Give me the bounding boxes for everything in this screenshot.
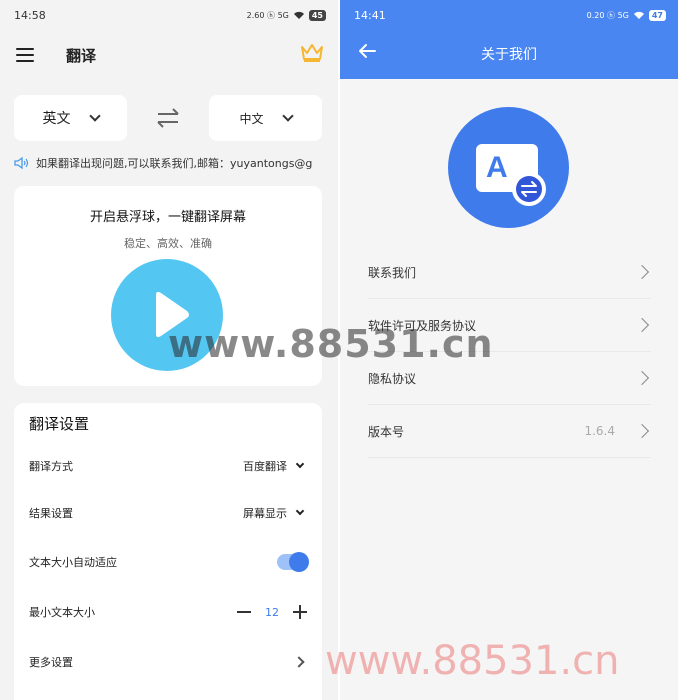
translate-mode-row: 翻译方式 百度翻译 <box>29 451 307 481</box>
min-text-size-value: 12 <box>265 605 279 619</box>
result-setting-value: 屏幕显示 <box>243 507 287 520</box>
min-text-size-row: 最小文本大小 12 <box>29 597 307 627</box>
swap-arrows-icon[interactable] <box>154 107 182 129</box>
more-settings-label: 更多设置 <box>29 656 73 669</box>
chevron-down-icon <box>281 110 294 122</box>
chevron-right-icon <box>293 656 305 668</box>
chevron-right-icon <box>634 264 650 280</box>
chevron-right-icon <box>634 370 650 386</box>
source-language-dropdown[interactable]: 英文 <box>14 95 127 141</box>
notice-text: 如果翻译出现问题,可以联系我们,邮箱：yuyantongs@g <box>36 157 313 170</box>
menu-item-label: 隐私协议 <box>368 371 417 386</box>
plus-icon[interactable] <box>293 605 307 619</box>
hamburger-icon[interactable] <box>16 48 34 62</box>
wifi-icon <box>293 11 304 19</box>
more-settings-row[interactable]: 更多设置 <box>29 647 307 677</box>
status-indicators: 0.20 ⓗ 5G <box>586 10 629 20</box>
translate-mode-value: 百度翻译 <box>243 460 287 473</box>
result-setting-label: 结果设置 <box>29 507 73 520</box>
language-selector: 英文 中文 <box>14 95 322 141</box>
logo-graphic: A <box>476 144 546 206</box>
source-language-label: 英文 <box>42 111 71 127</box>
auto-text-size-row: 文本大小自动适应 <box>29 547 309 577</box>
status-indicators: 2.60 ⓗ 5G <box>246 10 289 20</box>
watermark-text: www.88531.cn <box>168 322 494 366</box>
chevron-right-icon <box>634 423 650 439</box>
chevron-down-icon <box>88 110 101 122</box>
app-bar: 翻译 <box>0 30 338 80</box>
menu-item-label: 版本号 <box>368 424 405 439</box>
translate-settings-card: 翻译设置 翻译方式 百度翻译 结果设置 屏幕显示 文本大小自动适应 最小文本大小… <box>14 403 322 700</box>
wifi-icon <box>633 11 644 19</box>
translate-mode-label: 翻译方式 <box>29 460 73 473</box>
chevron-down-icon <box>295 506 305 516</box>
page-title: 翻译 <box>66 46 97 65</box>
min-text-size-stepper: 12 <box>237 605 307 619</box>
logo-letter: A <box>486 151 508 184</box>
battery-icon: 45 <box>308 9 326 21</box>
chevron-down-icon <box>295 459 305 469</box>
status-icons: 0.20 ⓗ 5G 47 <box>586 9 666 21</box>
target-language-label: 中文 <box>239 111 264 126</box>
target-language-dropdown[interactable]: 中文 <box>209 95 322 141</box>
speaker-icon <box>14 156 29 170</box>
watermark-text: www.88531.cn <box>325 638 620 684</box>
toggle-knob <box>289 552 309 572</box>
translate-app-logo-icon: A <box>448 107 569 228</box>
min-text-size-label: 最小文本大小 <box>29 606 95 619</box>
result-setting-dropdown[interactable]: 屏幕显示 <box>243 505 307 521</box>
notice-bar: 如果翻译出现问题,可以联系我们,邮箱：yuyantongs@g <box>14 152 338 174</box>
battery-icon: 47 <box>648 9 666 21</box>
auto-text-size-toggle[interactable] <box>277 552 309 572</box>
menu-item-label: 联系我们 <box>368 265 417 280</box>
status-bar: 14:41 0.20 ⓗ 5G 47 <box>340 0 678 30</box>
crown-icon[interactable] <box>300 42 324 64</box>
floating-ball-subtitle: 稳定、高效、准确 <box>124 237 212 250</box>
status-icons: 2.60 ⓗ 5G 45 <box>246 9 326 21</box>
settings-title: 翻译设置 <box>29 415 90 433</box>
page-title: 关于我们 <box>481 47 537 63</box>
version-value: 1.6.4 <box>584 424 615 438</box>
translate-mode-dropdown[interactable]: 百度翻译 <box>243 458 307 474</box>
floating-ball-title: 开启悬浮球，一键翻译屏幕 <box>89 210 246 225</box>
minus-icon[interactable] <box>237 611 251 613</box>
contact-us-item[interactable]: 联系我们 <box>368 246 651 299</box>
auto-text-size-label: 文本大小自动适应 <box>29 556 117 569</box>
result-setting-row: 结果设置 屏幕显示 <box>29 498 307 528</box>
status-bar: 14:58 2.60 ⓗ 5G 45 <box>0 0 338 30</box>
status-time: 14:41 <box>354 8 386 22</box>
status-time: 14:58 <box>14 8 46 22</box>
chevron-right-icon <box>634 317 650 333</box>
version-item[interactable]: 版本号 1.6.4 <box>368 405 651 458</box>
